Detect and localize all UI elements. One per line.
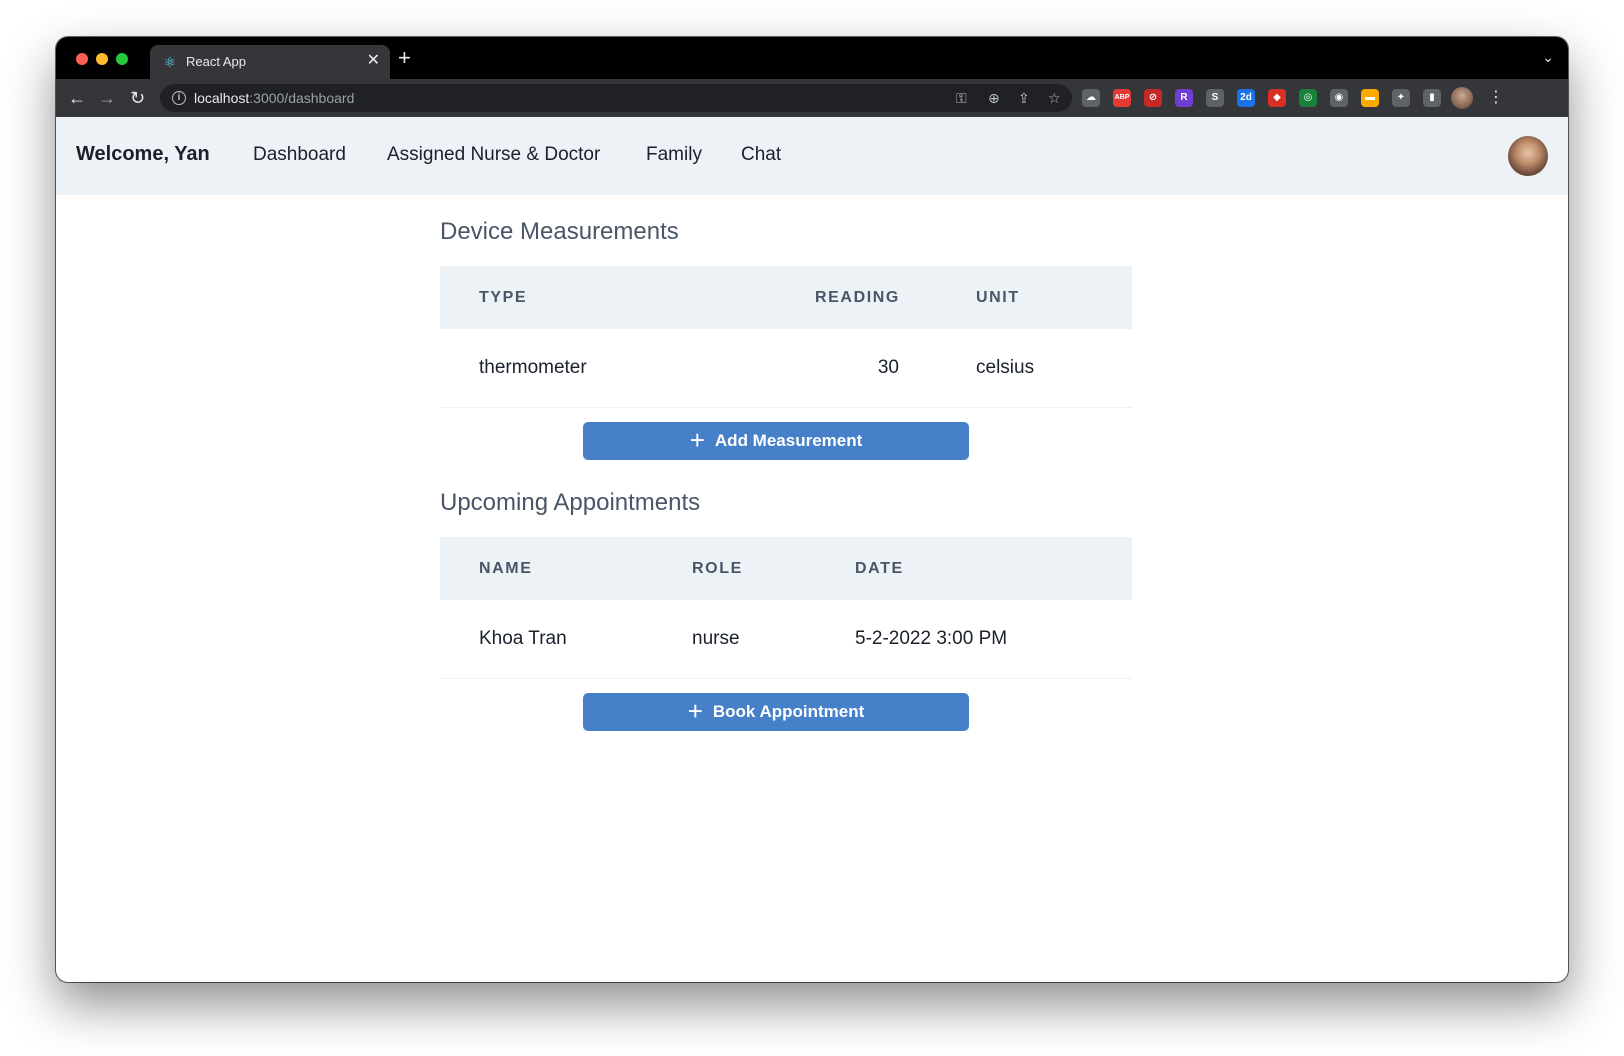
browser-window: ⚛ React App ✕ + ⌄ ← → ↻ i localhost:3000…: [56, 37, 1568, 982]
browser-tab[interactable]: ⚛ React App ✕: [150, 45, 390, 79]
measurement-type-cell: thermometer: [479, 357, 587, 378]
s-extension-icon[interactable]: S: [1206, 89, 1224, 107]
tab-search-chevron-icon[interactable]: ⌄: [1542, 49, 1554, 66]
maximize-window-button[interactable]: [116, 53, 128, 65]
notes-extension-icon[interactable]: ▬: [1361, 89, 1379, 107]
plus-icon: +: [687, 696, 703, 726]
welcome-text: Welcome, Yan: [76, 143, 210, 165]
new-tab-button[interactable]: +: [398, 47, 411, 69]
forward-button[interactable]: →: [98, 88, 116, 108]
calendar-extension-icon[interactable]: 2d: [1237, 89, 1255, 107]
table-row: thermometer 30 celsius: [440, 329, 1132, 408]
react-icon: ⚛: [163, 54, 177, 70]
column-header-unit: UNIT: [976, 289, 1020, 306]
menu-kebab-icon[interactable]: ⋮: [1488, 88, 1504, 108]
r-extension-icon[interactable]: R: [1175, 89, 1193, 107]
column-header-date: DATE: [855, 560, 904, 577]
back-button[interactable]: ←: [68, 88, 86, 108]
nav-link-chat[interactable]: Chat: [741, 144, 781, 166]
adblock-extension-icon[interactable]: ABP: [1113, 89, 1131, 107]
key-icon[interactable]: ⚿: [956, 89, 967, 107]
nav-link-assigned-nurse-doctor[interactable]: Assigned Nurse & Doctor: [387, 144, 600, 166]
column-header-name: NAME: [479, 560, 533, 577]
sidepanel-extension-icon[interactable]: ▮: [1423, 89, 1441, 107]
cloud-extension-icon[interactable]: ☁: [1082, 89, 1100, 107]
puzzle-extension-icon[interactable]: ✦: [1392, 89, 1410, 107]
column-header-type: TYPE: [479, 289, 528, 306]
close-window-button[interactable]: [76, 53, 88, 65]
upcoming-appointments-title: Upcoming Appointments: [440, 489, 701, 516]
nav-link-family[interactable]: Family: [646, 144, 702, 166]
table-row: Khoa Tran nurse 5-2-2022 3:00 PM: [440, 600, 1132, 679]
add-measurement-button[interactable]: + Add Measurement: [583, 422, 969, 460]
book-appointment-button[interactable]: + Book Appointment: [583, 693, 969, 731]
user-avatar[interactable]: [1508, 136, 1548, 176]
measurement-reading-cell: 30: [877, 357, 899, 378]
share-icon[interactable]: ⇪: [1018, 89, 1030, 107]
zoom-icon[interactable]: ⊕: [988, 89, 1000, 107]
measurement-unit-cell: celsius: [976, 357, 1035, 378]
appointment-name-cell: Khoa Tran: [479, 628, 567, 649]
add-measurement-label: Add Measurement: [714, 431, 863, 450]
device-measurements-title: Device Measurements: [440, 218, 679, 245]
measurements-table-header: TYPE READING UNIT: [440, 266, 1132, 329]
nav-link-dashboard[interactable]: Dashboard: [253, 144, 346, 166]
url-text[interactable]: localhost:3000/dashboard: [194, 90, 354, 106]
column-header-reading: READING: [815, 289, 900, 306]
plus-icon: +: [689, 425, 705, 455]
appointments-table-header: NAME ROLE DATE: [440, 537, 1132, 600]
tab-strip: ⚛ React App ✕ + ⌄: [56, 37, 1568, 79]
app-navbar: Welcome, Yan Dashboard Assigned Nurse & …: [56, 117, 1568, 195]
bookmark-star-icon[interactable]: ☆: [1048, 89, 1061, 107]
address-bar[interactable]: i localhost:3000/dashboard ⚿ ⊕ ⇪ ☆: [160, 84, 1072, 112]
tab-title: React App: [186, 54, 246, 69]
profile-icon[interactable]: [1451, 87, 1473, 109]
site-info-icon[interactable]: i: [172, 91, 186, 105]
reload-button[interactable]: ↻: [130, 88, 145, 108]
camera-extension-icon[interactable]: ◉: [1330, 89, 1348, 107]
column-header-role: ROLE: [692, 560, 743, 577]
appointment-role-cell: nurse: [692, 628, 740, 649]
ring-extension-icon[interactable]: ◎: [1299, 89, 1317, 107]
appointment-date-cell: 5-2-2022 3:00 PM: [855, 628, 1008, 649]
book-appointment-label: Book Appointment: [712, 702, 865, 721]
blocked-extension-icon[interactable]: ⊘: [1144, 89, 1162, 107]
browser-toolbar: ← → ↻ i localhost:3000/dashboard ⚿ ⊕ ⇪ ☆…: [56, 79, 1568, 117]
minimize-window-button[interactable]: [96, 53, 108, 65]
red-extension-icon[interactable]: ◆: [1268, 89, 1286, 107]
close-tab-icon[interactable]: ✕: [367, 52, 380, 70]
